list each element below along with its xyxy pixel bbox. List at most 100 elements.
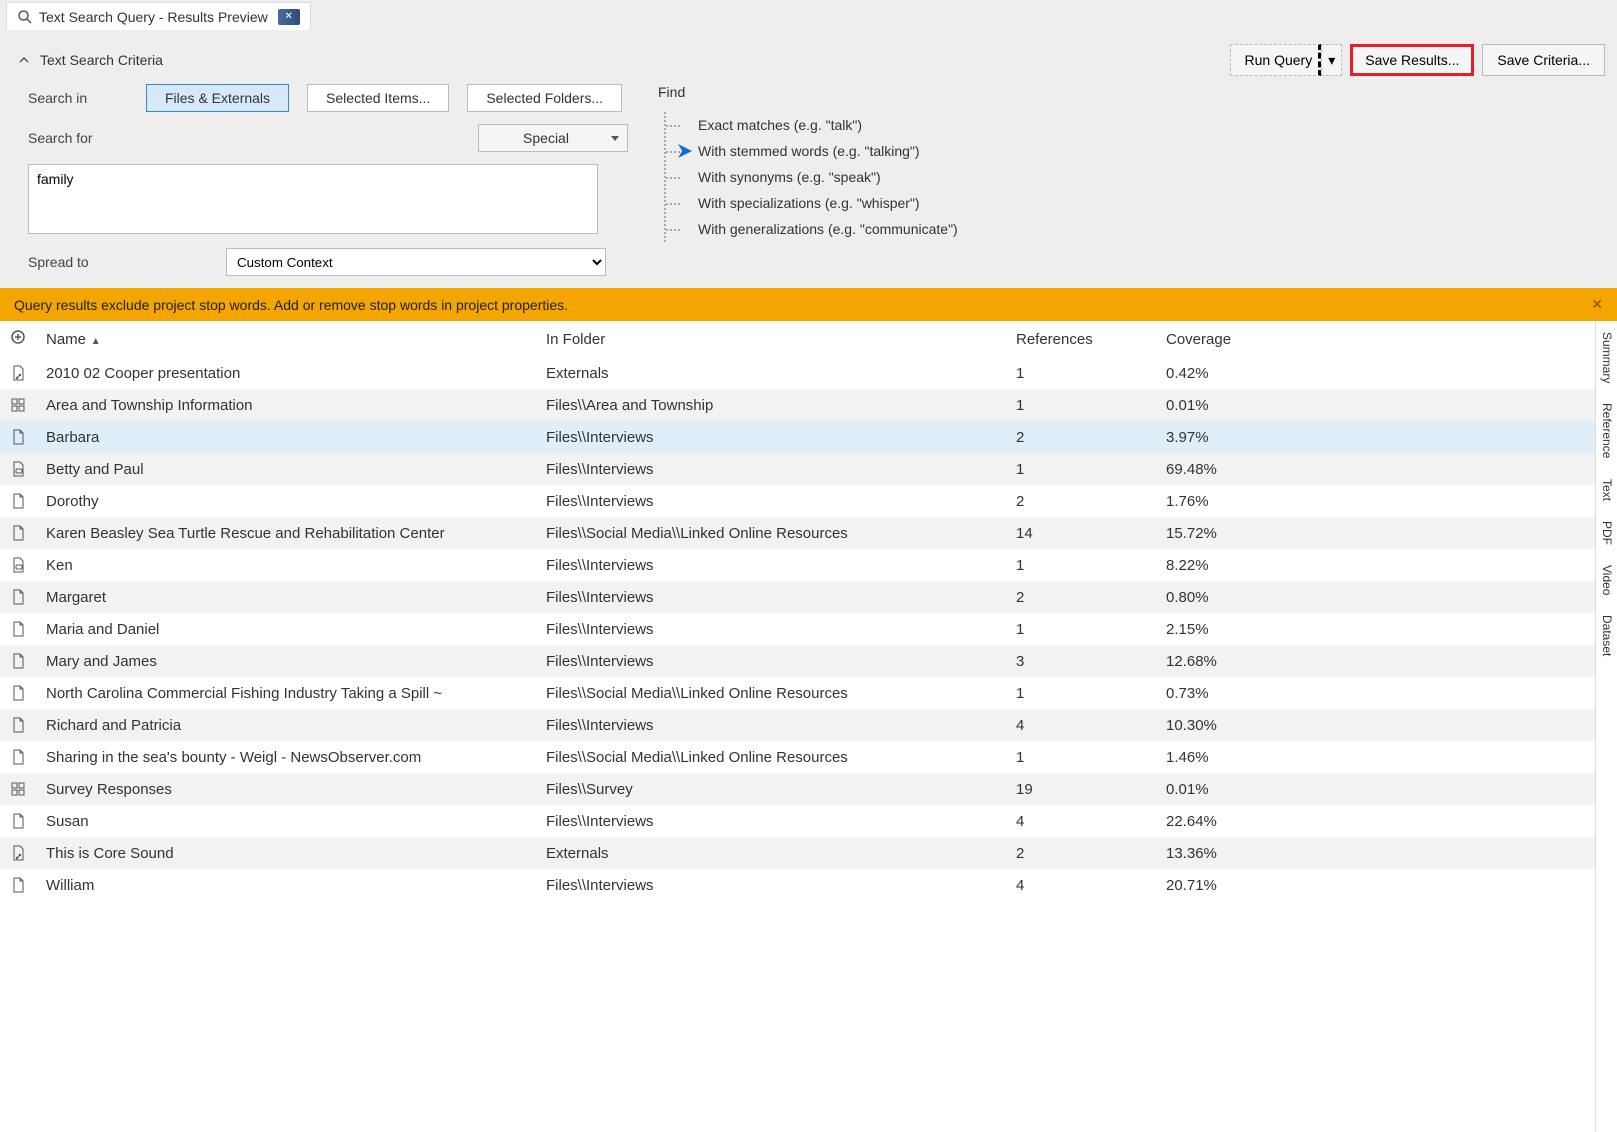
row-references: 1 — [1006, 741, 1156, 773]
table-row[interactable]: Richard and PatriciaFiles\\Interviews410… — [0, 709, 1595, 741]
table-row[interactable]: BarbaraFiles\\Interviews23.97% — [0, 421, 1595, 453]
table-row[interactable]: North Carolina Commercial Fishing Indust… — [0, 677, 1595, 709]
row-name: Barbara — [36, 421, 536, 453]
search-for-label: Search for — [28, 130, 128, 146]
active-tab[interactable]: Text Search Query - Results Preview ✕ — [6, 2, 311, 30]
row-folder: Files\\Interviews — [536, 869, 1006, 901]
row-icon — [0, 517, 36, 549]
row-icon — [0, 549, 36, 581]
row-coverage: 0.01% — [1156, 773, 1595, 805]
row-coverage: 0.73% — [1156, 677, 1595, 709]
row-name: This is Core Sound — [36, 837, 536, 869]
table-row[interactable]: SusanFiles\\Interviews422.64% — [0, 805, 1595, 837]
row-references: 1 — [1006, 549, 1156, 581]
row-icon — [0, 677, 36, 709]
table-row[interactable]: KenFiles\\Interviews18.22% — [0, 549, 1595, 581]
find-option-exact[interactable]: Exact matches (e.g. "talk") — [666, 112, 1605, 138]
row-name: Karen Beasley Sea Turtle Rescue and Reha… — [36, 517, 536, 549]
row-coverage: 13.36% — [1156, 837, 1595, 869]
row-folder: Files\\Social Media\\Linked Online Resou… — [536, 517, 1006, 549]
find-option-specializations[interactable]: With specializations (e.g. "whisper") — [666, 190, 1605, 216]
row-icon — [0, 581, 36, 613]
banner-close-icon[interactable]: ✕ — [1591, 296, 1603, 313]
table-row[interactable]: DorothyFiles\\Interviews21.76% — [0, 485, 1595, 517]
column-coverage[interactable]: Coverage — [1156, 321, 1595, 357]
column-icon[interactable] — [0, 321, 36, 357]
row-references: 1 — [1006, 613, 1156, 645]
find-option-synonyms[interactable]: With synonyms (e.g. "speak") — [666, 164, 1605, 190]
side-tab-text[interactable]: Text — [1596, 472, 1617, 508]
side-tab-pdf[interactable]: PDF — [1596, 514, 1617, 552]
row-folder: Externals — [536, 837, 1006, 869]
side-tab-dataset[interactable]: Dataset — [1596, 608, 1617, 663]
table-row[interactable]: Sharing in the sea's bounty - Weigl - Ne… — [0, 741, 1595, 773]
search-icon — [17, 9, 33, 25]
save-criteria-button[interactable]: Save Criteria... — [1482, 44, 1605, 76]
row-folder: Files\\Social Media\\Linked Online Resou… — [536, 741, 1006, 773]
side-tab-video[interactable]: Video — [1596, 558, 1617, 602]
table-row[interactable]: Maria and DanielFiles\\Interviews12.15% — [0, 613, 1595, 645]
table-row[interactable]: Betty and PaulFiles\\Interviews169.48% — [0, 453, 1595, 485]
row-folder: Files\\Interviews — [536, 709, 1006, 741]
results-table-container: Name ▲ In Folder References Coverage 201… — [0, 321, 1595, 1132]
row-coverage: 1.76% — [1156, 485, 1595, 517]
table-row[interactable]: Area and Township InformationFiles\\Area… — [0, 389, 1595, 421]
row-name: Margaret — [36, 581, 536, 613]
row-coverage: 8.22% — [1156, 549, 1595, 581]
find-option-generalizations[interactable]: With generalizations (e.g. "communicate"… — [666, 216, 1605, 242]
side-tabs: Summary Reference Text PDF Video Dataset — [1595, 321, 1617, 1132]
row-name: 2010 02 Cooper presentation — [36, 357, 536, 389]
search-for-input[interactable] — [28, 164, 598, 234]
run-query-button[interactable]: Run Query — [1230, 44, 1322, 76]
special-dropdown[interactable]: Special — [478, 124, 628, 152]
row-icon — [0, 869, 36, 901]
find-option-stemmed[interactable]: With stemmed words (e.g. "talking") — [666, 138, 1605, 164]
table-row[interactable]: MargaretFiles\\Interviews20.80% — [0, 581, 1595, 613]
criteria-title: Text Search Criteria — [40, 52, 1230, 68]
spread-to-label: Spread to — [28, 254, 208, 270]
spread-to-select[interactable]: Custom Context — [226, 248, 606, 276]
row-folder: Files\\Area and Township — [536, 389, 1006, 421]
column-folder[interactable]: In Folder — [536, 321, 1006, 357]
info-banner: Query results exclude project stop words… — [0, 288, 1617, 321]
collapse-icon[interactable] — [18, 54, 30, 66]
search-in-items[interactable]: Selected Items... — [307, 84, 449, 112]
table-row[interactable]: Karen Beasley Sea Turtle Rescue and Reha… — [0, 517, 1595, 549]
row-folder: Files\\Interviews — [536, 421, 1006, 453]
row-coverage: 1.46% — [1156, 741, 1595, 773]
row-folder: Files\\Interviews — [536, 613, 1006, 645]
banner-text: Query results exclude project stop words… — [14, 297, 568, 313]
column-references[interactable]: References — [1006, 321, 1156, 357]
side-tab-summary[interactable]: Summary — [1596, 325, 1617, 390]
row-icon — [0, 741, 36, 773]
table-row[interactable]: Survey ResponsesFiles\\Survey190.01% — [0, 773, 1595, 805]
row-coverage: 69.48% — [1156, 453, 1595, 485]
row-folder: Files\\Interviews — [536, 549, 1006, 581]
run-query-dropdown[interactable]: ▾ — [1321, 44, 1342, 76]
side-tab-reference[interactable]: Reference — [1596, 396, 1617, 465]
row-coverage: 0.80% — [1156, 581, 1595, 613]
table-row[interactable]: 2010 02 Cooper presentationExternals10.4… — [0, 357, 1595, 389]
row-coverage: 0.42% — [1156, 357, 1595, 389]
row-references: 4 — [1006, 709, 1156, 741]
row-folder: Files\\Interviews — [536, 805, 1006, 837]
row-coverage: 0.01% — [1156, 389, 1595, 421]
row-coverage: 10.30% — [1156, 709, 1595, 741]
results-table: Name ▲ In Folder References Coverage 201… — [0, 321, 1595, 901]
row-name: Richard and Patricia — [36, 709, 536, 741]
search-in-files[interactable]: Files & Externals — [146, 84, 289, 112]
row-name: William — [36, 869, 536, 901]
table-row[interactable]: Mary and JamesFiles\\Interviews312.68% — [0, 645, 1595, 677]
criteria-panel: Text Search Criteria Run Query ▾ Save Re… — [0, 32, 1617, 288]
table-row[interactable]: WilliamFiles\\Interviews420.71% — [0, 869, 1595, 901]
row-references: 1 — [1006, 389, 1156, 421]
table-row[interactable]: This is Core SoundExternals213.36% — [0, 837, 1595, 869]
tab-close-icon[interactable]: ✕ — [278, 9, 300, 25]
row-name: Area and Township Information — [36, 389, 536, 421]
column-name[interactable]: Name ▲ — [36, 321, 536, 357]
save-results-button[interactable]: Save Results... — [1350, 44, 1474, 76]
tab-title: Text Search Query - Results Preview — [39, 9, 268, 25]
search-in-folders[interactable]: Selected Folders... — [467, 84, 622, 112]
tab-bar: Text Search Query - Results Preview ✕ — [0, 0, 1617, 32]
row-icon — [0, 389, 36, 421]
